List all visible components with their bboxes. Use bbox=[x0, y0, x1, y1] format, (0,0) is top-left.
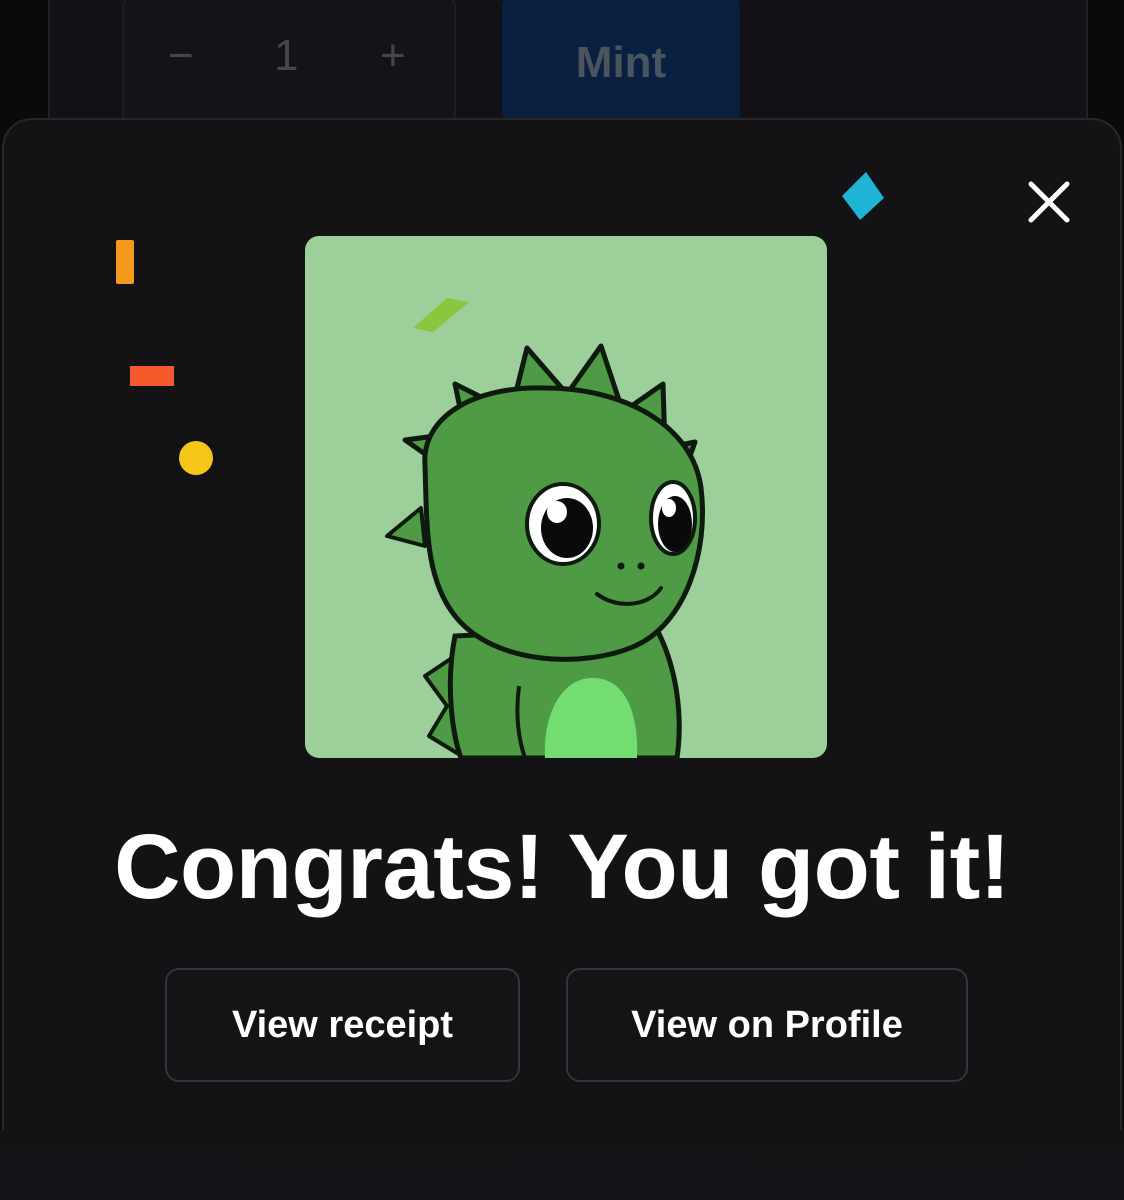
dinosaur-illustration bbox=[385, 298, 705, 758]
modal-footer bbox=[0, 1130, 1124, 1200]
confetti-piece bbox=[842, 172, 884, 220]
mint-page: − 1 + Mint Congrats! You got it! View re… bbox=[0, 0, 1124, 1200]
success-headline: Congrats! You got it! bbox=[114, 816, 1010, 918]
confetti-piece bbox=[413, 298, 469, 332]
view-receipt-button[interactable]: View receipt bbox=[165, 968, 520, 1082]
confetti-piece bbox=[130, 366, 174, 386]
confetti-piece bbox=[116, 240, 134, 284]
nft-image bbox=[305, 236, 827, 758]
view-on-profile-button[interactable]: View on Profile bbox=[566, 968, 968, 1082]
confetti-piece bbox=[179, 441, 213, 475]
